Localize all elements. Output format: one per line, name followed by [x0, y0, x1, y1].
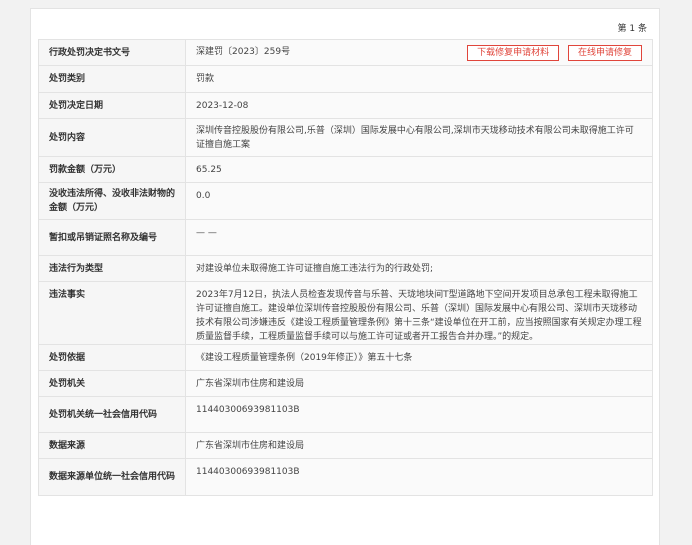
table-row: 数据来源 广东省深圳市住房和建设局	[38, 432, 653, 459]
table-row: 违法行为类型 对建设单位未取得施工许可证擅自施工违法行为的行政处罚;	[38, 255, 653, 282]
field-label: 处罚类别	[38, 65, 186, 93]
field-value: 2023-12-08	[185, 92, 653, 119]
record-count: 第 1 条	[617, 24, 647, 34]
field-label: 数据来源	[38, 432, 186, 459]
field-label: 罚款金额（万元）	[38, 156, 186, 183]
download-repair-materials-button[interactable]: 下载修复申请材料	[467, 44, 560, 61]
online-repair-application-button[interactable]: 在线申请修复	[567, 44, 642, 61]
table-row: 行政处罚决定书文号 深建罚〔2023〕259号 下载修复申请材料 在线申请修复	[38, 39, 653, 66]
field-value: 深圳传音控股股份有限公司,乐普（深圳）国际发展中心有限公司,深圳市天珑移动技术有…	[185, 118, 653, 157]
field-label: 处罚机关统一社会信用代码	[38, 396, 186, 433]
field-value: 广东省深圳市住房和建设局	[185, 432, 653, 459]
field-value: 《建设工程质量管理条例（2019年修正）》第五十七条	[185, 344, 653, 371]
field-label: 违法事实	[38, 281, 186, 345]
field-value: 罚款	[185, 65, 653, 93]
table-row: 暂扣或吊销证照名称及编号 — —	[38, 219, 653, 256]
field-label: 暂扣或吊销证照名称及编号	[38, 219, 186, 256]
table-row: 处罚机关统一社会信用代码 11440300693981103B	[38, 396, 653, 433]
penalty-info-table: 行政处罚决定书文号 深建罚〔2023〕259号 下载修复申请材料 在线申请修复 …	[38, 39, 653, 496]
table-row: 数据来源单位统一社会信用代码 11440300693981103B	[38, 458, 653, 496]
table-row: 处罚机关 广东省深圳市住房和建设局	[38, 370, 653, 397]
table-row: 罚款金额（万元） 65.25	[38, 156, 653, 183]
decision-number: 深建罚〔2023〕259号	[196, 46, 291, 57]
field-label: 处罚内容	[38, 118, 186, 157]
field-label: 没收违法所得、没收非法财物的金额（万元）	[38, 182, 186, 220]
table-row: 处罚依据 《建设工程质量管理条例（2019年修正）》第五十七条	[38, 344, 653, 371]
field-value: 对建设单位未取得施工许可证擅自施工违法行为的行政处罚;	[185, 255, 653, 282]
field-label: 违法行为类型	[38, 255, 186, 282]
field-value: 11440300693981103B	[185, 396, 653, 433]
field-label: 处罚决定日期	[38, 92, 186, 119]
field-label: 行政处罚决定书文号	[38, 39, 186, 66]
field-value: — —	[185, 219, 653, 256]
field-label: 数据来源单位统一社会信用代码	[38, 458, 186, 496]
table-row: 违法事实 2023年7月12日，执法人员检查发现传音与乐普、天珑地块间T型道路地…	[38, 281, 653, 345]
table-row: 处罚内容 深圳传音控股股份有限公司,乐普（深圳）国际发展中心有限公司,深圳市天珑…	[38, 118, 653, 157]
field-value: 0.0	[185, 182, 653, 220]
table-row: 处罚决定日期 2023-12-08	[38, 92, 653, 119]
field-value: 2023年7月12日，执法人员检查发现传音与乐普、天珑地块间T型道路地下空间开发…	[185, 281, 653, 345]
field-label: 处罚机关	[38, 370, 186, 397]
field-value: 广东省深圳市住房和建设局	[185, 370, 653, 397]
field-label: 处罚依据	[38, 344, 186, 371]
field-value: 65.25	[185, 156, 653, 183]
table-row: 处罚类别 罚款	[38, 65, 653, 93]
record-panel: 第 1 条 行政处罚决定书文号 深建罚〔2023〕259号 下载修复申请材料 在…	[30, 8, 660, 545]
field-value: 11440300693981103B	[185, 458, 653, 496]
table-row: 没收违法所得、没收非法财物的金额（万元） 0.0	[38, 182, 653, 220]
field-value: 深建罚〔2023〕259号 下载修复申请材料 在线申请修复	[185, 39, 653, 66]
